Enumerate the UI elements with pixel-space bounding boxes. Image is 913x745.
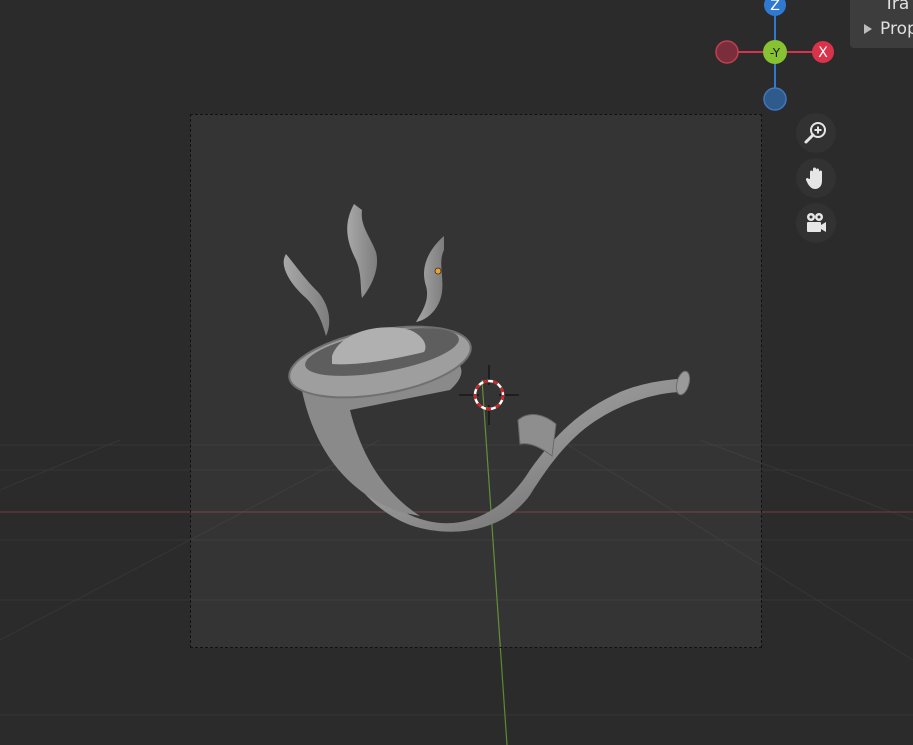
panel-item-transform-label: Tra [884,0,910,14]
smoke-wisp-left [283,254,330,336]
zoom-magnifier-icon [804,122,826,144]
zoom-button[interactable] [796,113,836,153]
sidebar-panel[interactable]: Tra Prop [850,0,913,48]
object-origin-dot [434,267,442,275]
movie-camera-icon [807,213,826,232]
panel-item-properties[interactable]: Prop [850,19,913,39]
pan-button[interactable] [796,158,836,198]
smoke-wisp-right [416,236,444,322]
navigation-gizmo[interactable]: Z X -Y [705,0,845,112]
gizmo-neg-y-label: -Y [770,46,781,60]
expand-arrow-icon [864,24,872,34]
panel-item-properties-label: Prop [880,19,913,39]
3d-viewport[interactable]: Z X -Y Tra Prop [0,0,913,745]
gizmo-neg-x-handle[interactable] [715,40,739,64]
gizmo-x-label: X [818,45,828,61]
3d-cursor-icon[interactable] [459,365,519,425]
pipe-collar [517,413,557,457]
panel-item-transform[interactable]: Tra [850,0,909,14]
hand-icon [805,167,822,189]
gizmo-z-label: Z [770,0,780,14]
gizmo-neg-z-handle[interactable] [763,87,787,111]
camera-view-button[interactable] [796,203,836,243]
smoke-wisp-center [347,204,378,298]
